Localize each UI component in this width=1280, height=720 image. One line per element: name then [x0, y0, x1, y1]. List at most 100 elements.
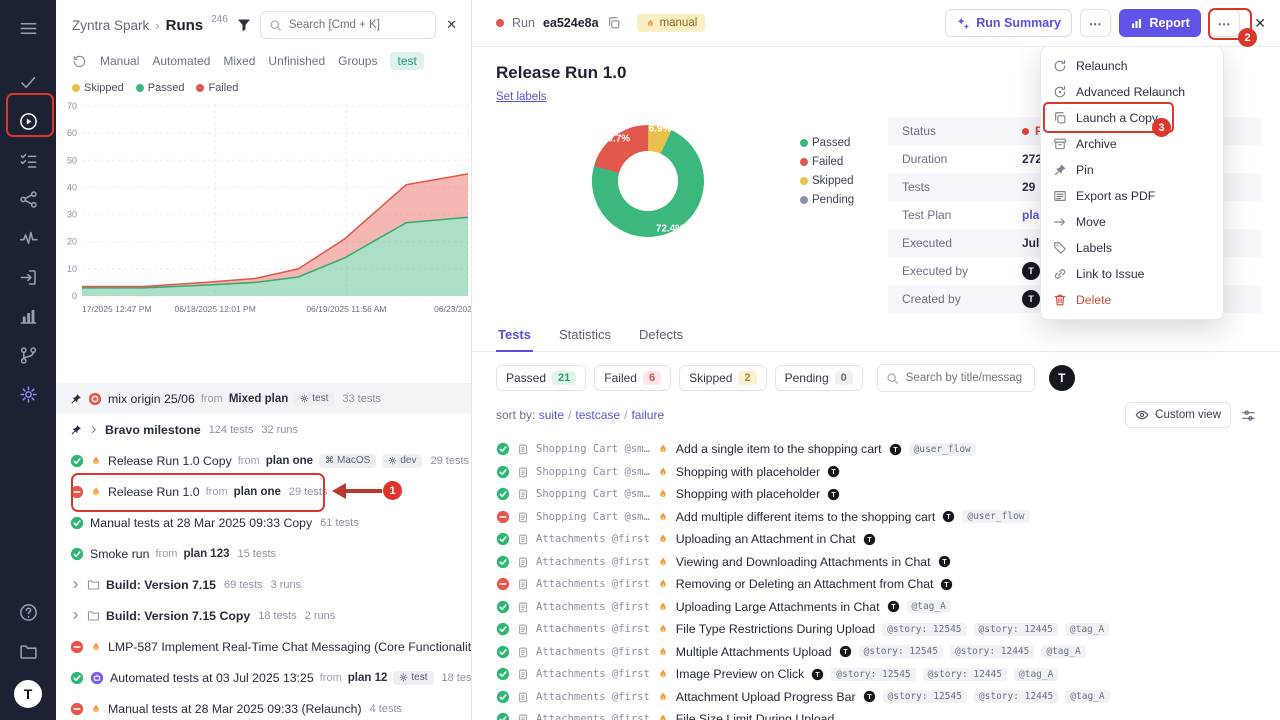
test-row[interactable]: Shopping Cart @sm…Shopping with placehol…	[472, 461, 1280, 484]
tests-search-input[interactable]	[904, 371, 1026, 385]
copy-icon[interactable]	[607, 16, 621, 30]
filter-pending[interactable]: Pending0	[775, 365, 863, 391]
menu-item-export-as-pdf[interactable]: Export as PDF	[1041, 183, 1223, 209]
menu-item-labels[interactable]: Labels	[1041, 235, 1223, 261]
more-button[interactable]: ⋯	[1209, 9, 1241, 37]
report-button[interactable]: Report	[1119, 9, 1200, 37]
run-row-bravo-milestone[interactable]: Bravo milestone124 tests32 runs	[56, 414, 471, 445]
run-row-automated-tests-at-03-jul-2025-13-25[interactable]: Automated tests at 03 Jul 2025 13:25from…	[56, 662, 471, 693]
more-button-secondary[interactable]: ⋯	[1080, 9, 1112, 37]
filter-failed[interactable]: Failed6	[594, 365, 671, 391]
sliders-icon[interactable]	[1241, 408, 1256, 423]
run-row-release-run-1-0[interactable]: Release Run 1.0fromplan one29 tests	[56, 476, 471, 507]
runs-search-input[interactable]	[287, 18, 427, 32]
test-row[interactable]: Shopping Cart @sm…Add a single item to t…	[472, 438, 1280, 461]
test-row[interactable]: Attachments @firstUploading an Attachmen…	[472, 528, 1280, 551]
runs-search[interactable]	[260, 11, 436, 39]
filter-passed[interactable]: Passed21	[496, 365, 586, 391]
run-row-build-version-7-15[interactable]: Build: Version 7.1569 tests3 runs	[56, 569, 471, 600]
sidebar-help-button[interactable]	[10, 594, 46, 630]
sidebar-import-button[interactable]	[10, 259, 46, 295]
run-from-label: from	[206, 486, 228, 498]
test-row[interactable]: Shopping Cart @sm…Shopping with placehol…	[472, 483, 1280, 506]
set-labels-link[interactable]: Set labels	[496, 91, 547, 103]
assignee-avatar[interactable]: T	[1049, 365, 1075, 391]
run-plan-link[interactable]: Mixed plan	[229, 393, 288, 405]
sidebar-play-button[interactable]	[10, 103, 46, 139]
runs-tab-groups[interactable]: Groups	[338, 54, 377, 68]
menu-item-move[interactable]: Move	[1041, 209, 1223, 235]
test-row[interactable]: Attachments @firstFile Size Limit During…	[472, 708, 1280, 720]
menu-item-link-to-issue[interactable]: Link to Issue	[1041, 261, 1223, 287]
svg-text:30: 30	[67, 210, 77, 220]
test-row[interactable]: Attachments @firstMultiple Attachments U…	[472, 641, 1280, 664]
run-tag-chip: dev	[382, 454, 422, 468]
run-plan-link[interactable]: plan 123	[183, 548, 229, 560]
test-tag: @story: 12445	[950, 645, 1034, 658]
sidebar-menu-button[interactable]	[10, 10, 46, 46]
run-plan-link[interactable]: plan 12	[348, 672, 388, 684]
flow-icon	[19, 190, 38, 209]
run-tag-chip: ⌘MacOS	[319, 454, 376, 468]
runs-tab-manual[interactable]: Manual	[100, 54, 139, 68]
runs-tab-test[interactable]: test	[390, 52, 423, 70]
test-row[interactable]: Attachments @firstFile Type Restrictions…	[472, 618, 1280, 641]
tab-defects[interactable]: Defects	[637, 327, 685, 351]
menu-item-pin[interactable]: Pin	[1041, 157, 1223, 183]
refresh-icon[interactable]	[72, 54, 87, 69]
menu-item-relaunch[interactable]: Relaunch	[1041, 53, 1223, 79]
filter-skipped[interactable]: Skipped2	[679, 365, 767, 391]
run-row-mix-origin-25-06[interactable]: mix origin 25/06fromMixed plantest33 tes…	[56, 383, 471, 414]
runs-close-button[interactable]: ✕	[442, 15, 461, 35]
tab-statistics[interactable]: Statistics	[557, 327, 613, 351]
sort-link-testcase[interactable]: testcase	[575, 408, 620, 422]
runs-tab-mixed[interactable]: Mixed	[223, 54, 255, 68]
sidebar-flow-button[interactable]	[10, 181, 46, 217]
sort-link-suite[interactable]: suite	[539, 408, 564, 422]
sidebar-branch-button[interactable]	[10, 337, 46, 373]
menu-item-delete[interactable]: Delete	[1041, 287, 1223, 313]
run-row-title: Build: Version 7.15	[106, 578, 216, 592]
run-plan-link[interactable]: plan one	[266, 455, 313, 467]
menu-item-advanced-relaunch[interactable]: Advanced Relaunch	[1041, 79, 1223, 105]
sidebar-pulse-button[interactable]	[10, 220, 46, 256]
test-suite: Attachments @first	[536, 623, 650, 635]
funnel-icon[interactable]	[236, 17, 252, 33]
sidebar-chart-button[interactable]	[10, 298, 46, 334]
custom-view-button[interactable]: Custom view	[1125, 402, 1231, 428]
test-row[interactable]: Attachments @firstUploading Large Attach…	[472, 596, 1280, 619]
passed-icon	[70, 454, 84, 468]
test-row[interactable]: Attachments @firstImage Preview on Click…	[472, 663, 1280, 686]
sidebar-tasks-button[interactable]	[10, 142, 46, 178]
run-row-title: Release Run 1.0	[108, 485, 200, 499]
menu-item-archive[interactable]: Archive	[1041, 131, 1223, 157]
run-summary-button[interactable]: Run Summary	[945, 9, 1072, 37]
runs-tab-automated[interactable]: Automated	[152, 54, 210, 68]
fire-icon	[657, 668, 669, 680]
annotation-step-1: 1	[383, 481, 402, 500]
run-row-manual-tests-at-28-mar-2025-09-33-relaunch[interactable]: Manual tests at 28 Mar 2025 09:33 (Relau…	[56, 693, 471, 720]
sort-link-failure[interactable]: failure	[631, 408, 664, 422]
breadcrumb-project[interactable]: Zyntra Spark	[72, 18, 149, 33]
sidebar-gear-button[interactable]	[10, 376, 46, 412]
sidebar-check-button[interactable]	[10, 64, 46, 100]
passed-icon	[496, 645, 510, 659]
sidebar-folder-button[interactable]	[10, 633, 46, 669]
test-row[interactable]: Attachments @firstViewing and Downloadin…	[472, 551, 1280, 574]
test-row[interactable]: Attachments @firstRemoving or Deleting a…	[472, 573, 1280, 596]
run-row-lmp-587-implement-real-time-chat-messaging-core-functionality[interactable]: LMP-587 Implement Real-Time Chat Messagi…	[56, 631, 471, 662]
tab-tests[interactable]: Tests	[496, 327, 533, 352]
search-icon	[269, 19, 282, 32]
tests-search[interactable]	[877, 364, 1035, 392]
test-row[interactable]: Attachments @firstAttachment Upload Prog…	[472, 686, 1280, 709]
run-row-smoke-run[interactable]: Smoke runfromplan 12315 tests	[56, 538, 471, 569]
menu-item-launch-a-copy[interactable]: Launch a Copy	[1041, 105, 1223, 131]
runs-tab-unfinished[interactable]: Unfinished	[268, 54, 325, 68]
close-icon[interactable]: ✕	[1254, 15, 1266, 32]
user-avatar[interactable]: T	[14, 680, 42, 708]
run-row-release-run-1-0-copy[interactable]: Release Run 1.0 Copyfromplan one⌘MacOSde…	[56, 445, 471, 476]
run-plan-link[interactable]: plan one	[234, 486, 281, 498]
run-row-build-version-7-15-copy[interactable]: Build: Version 7.15 Copy18 tests2 runs	[56, 600, 471, 631]
run-row-manual-tests-at-28-mar-2025-09-33-copy[interactable]: Manual tests at 28 Mar 2025 09:33 Copy61…	[56, 507, 471, 538]
test-row[interactable]: Shopping Cart @sm…Add multiple different…	[472, 506, 1280, 529]
